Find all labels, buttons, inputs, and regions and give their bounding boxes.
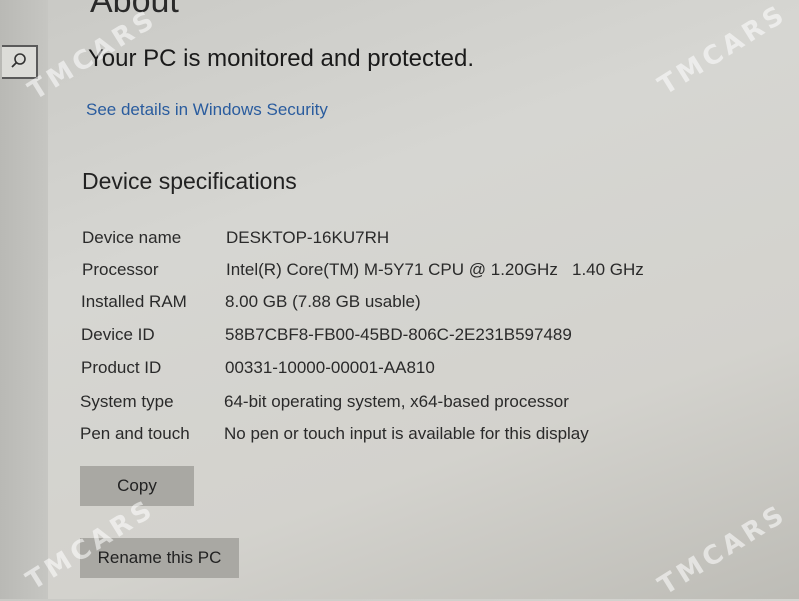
rename-pc-button[interactable]: Rename this PC	[80, 538, 239, 578]
spec-label: Product ID	[81, 358, 162, 377]
spec-value: 8.00 GB (7.88 GB usable)	[225, 292, 421, 311]
spec-label: Pen and touch	[80, 424, 190, 443]
spec-label: System type	[80, 392, 174, 411]
spec-label: Processor	[82, 260, 159, 279]
spec-label: Device ID	[81, 325, 155, 344]
windows-security-link[interactable]: See details in Windows Security	[86, 100, 328, 120]
protection-status: Your PC is monitored and protected.	[88, 45, 475, 72]
page-heading: About	[90, 0, 179, 20]
spec-value: 64-bit operating system, x64-based proce…	[224, 392, 569, 411]
spec-value: 00331-10000-00001-AA810	[225, 358, 435, 377]
spec-value: 58B7CBF8-FB00-45BD-806C-2E231B597489	[225, 325, 572, 344]
watermark: TMCARS	[653, 498, 793, 601]
copy-button[interactable]: Copy	[80, 466, 194, 506]
navigation-strip	[0, 0, 48, 599]
search-icon	[11, 53, 26, 68]
search-box[interactable]	[2, 45, 38, 79]
watermark: TMCARS	[653, 0, 793, 102]
spec-label: Installed RAM	[81, 292, 187, 311]
device-specifications-title: Device specifications	[82, 168, 297, 194]
spec-label: Device name	[82, 228, 182, 247]
spec-value: DESKTOP-16KU7RH	[226, 228, 390, 247]
spec-value: Intel(R) Core(TM) M-5Y71 CPU @ 1.20GHz 1…	[226, 260, 644, 279]
spec-value: No pen or touch input is available for t…	[224, 424, 589, 443]
